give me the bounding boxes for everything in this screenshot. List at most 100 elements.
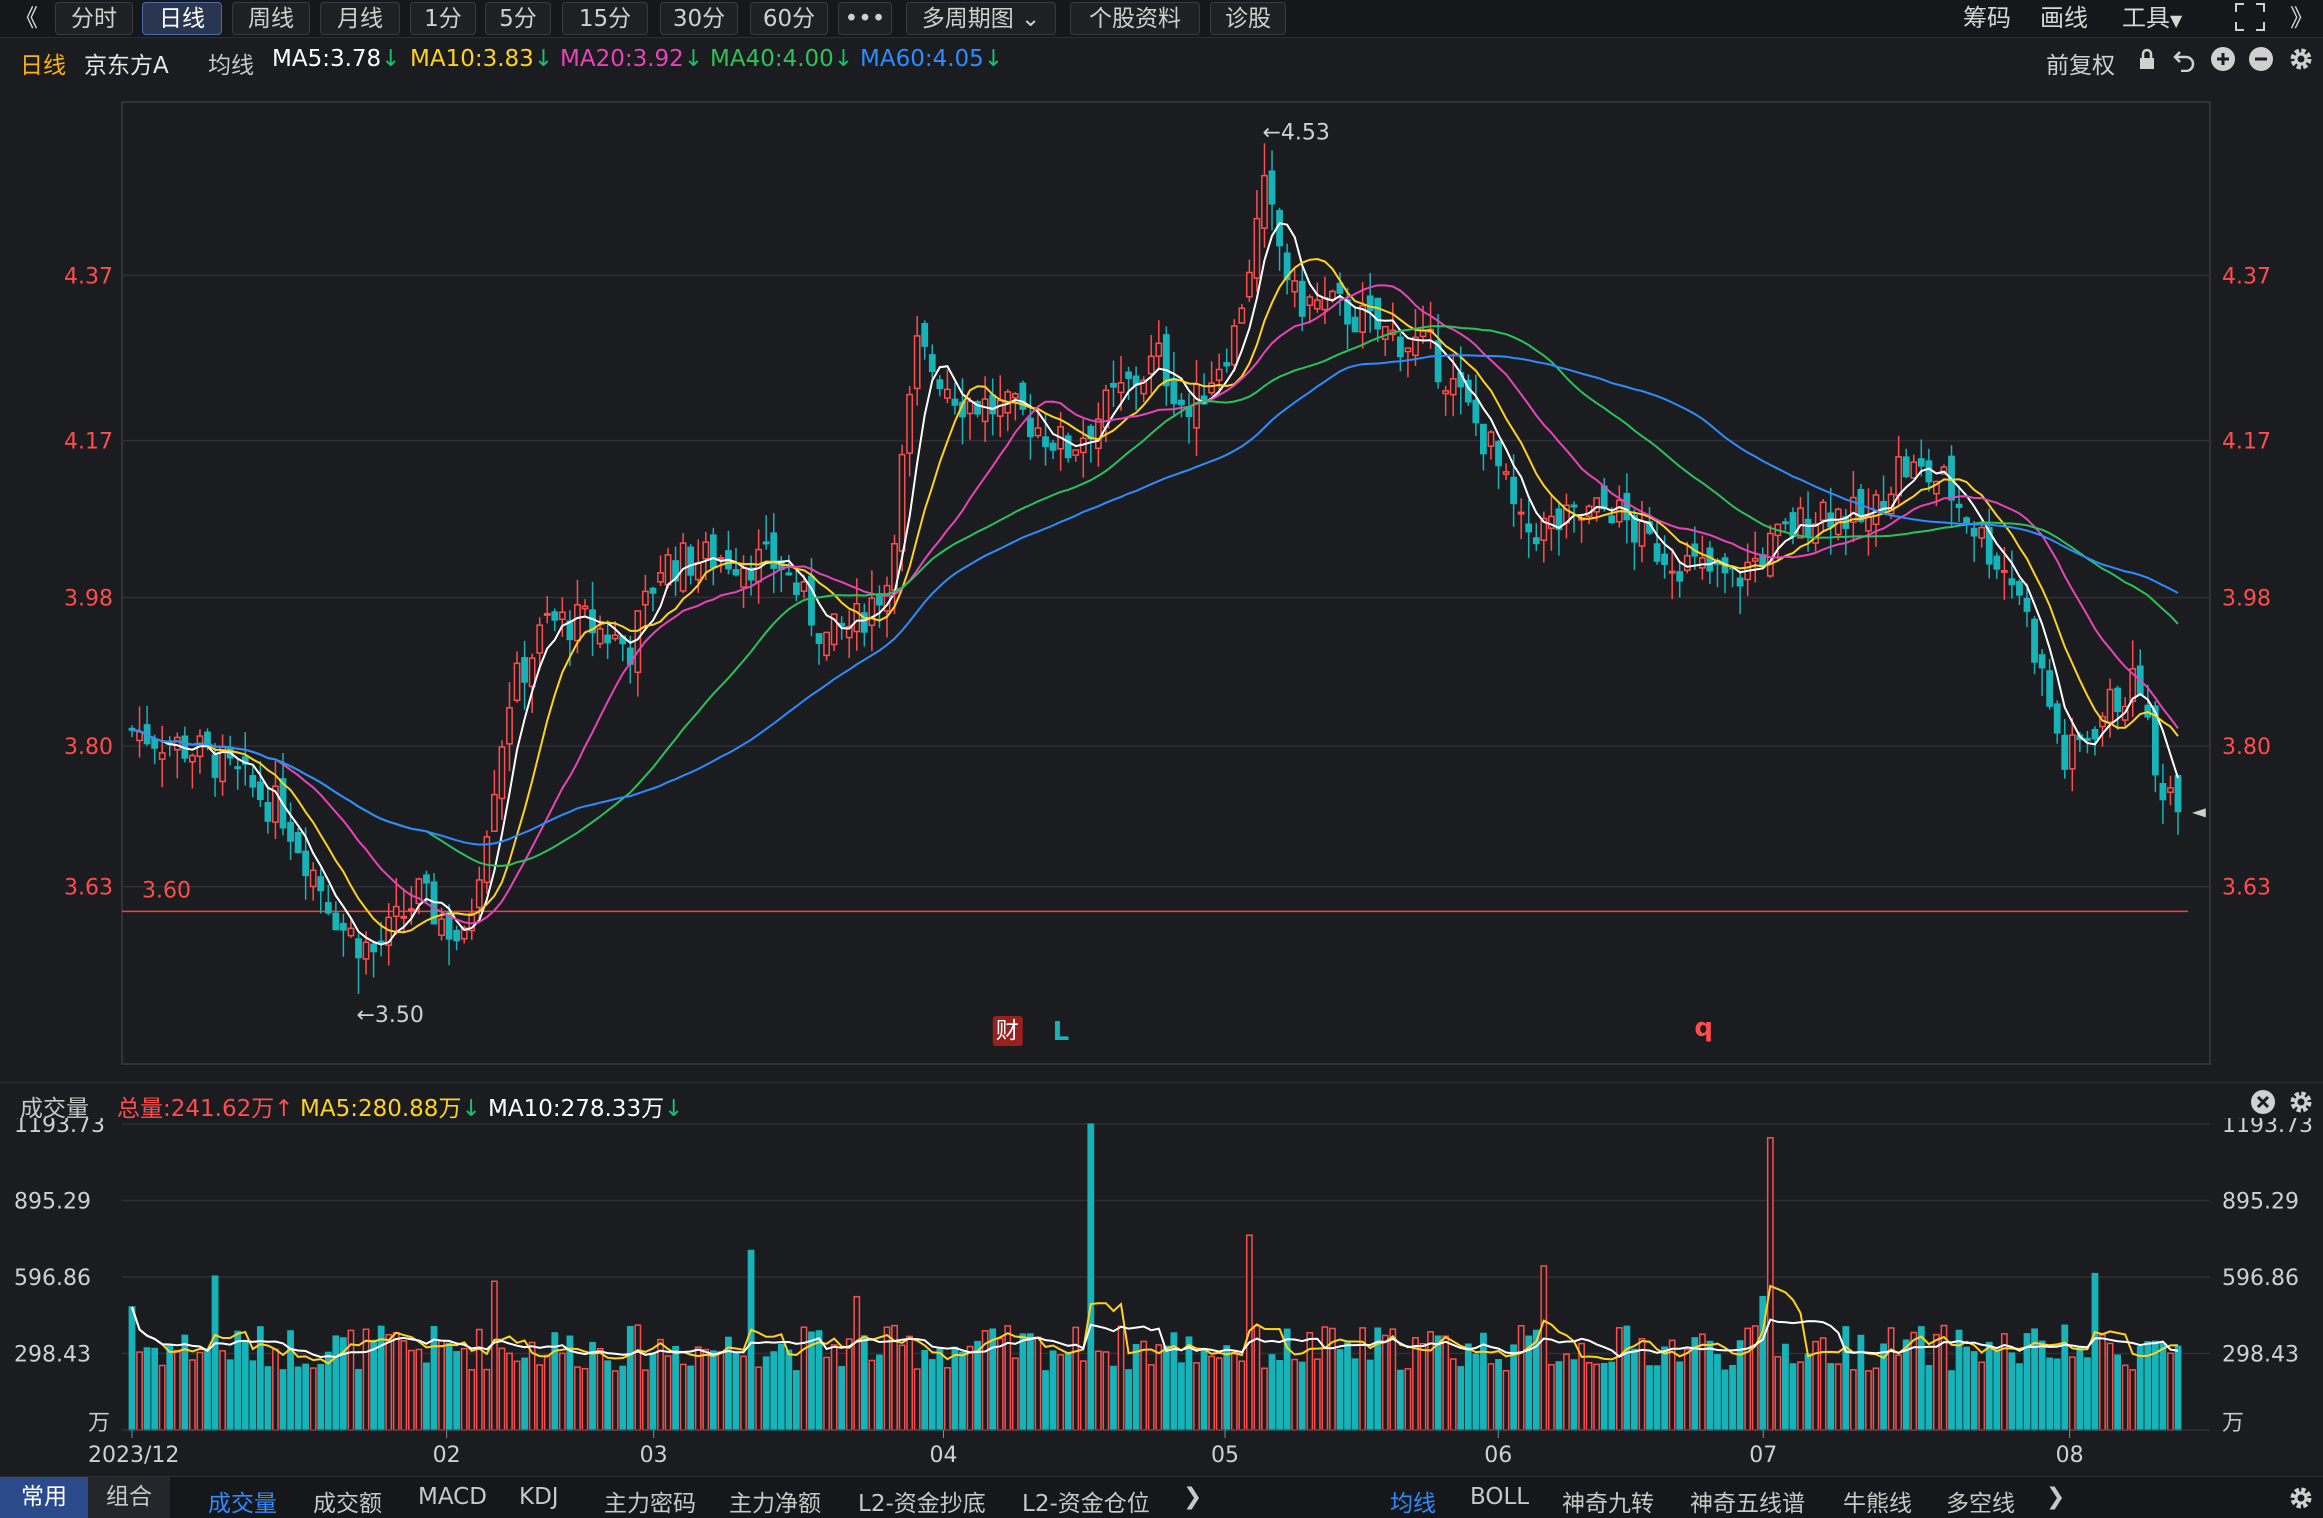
volume-bar [453,1351,461,1431]
volume-bar [1155,1344,1163,1431]
multi-period-dropdown[interactable]: 多周期图 ⌄ [906,2,1056,35]
indicator-tab[interactable]: 主力净额 [729,1484,821,1518]
volume-bar [2129,1369,2137,1431]
ma-type-label[interactable]: 均线 [208,46,254,80]
volume-bar [619,1365,627,1431]
candle-body [574,604,581,642]
overlay-scroll-right-icon[interactable]: ❯ [2046,1484,2065,1510]
period-button[interactable]: 月线 [320,2,400,35]
collapse-right-icon[interactable]: 》 [2290,2,2314,35]
volume-bar [951,1346,959,1431]
candle-body [332,912,340,931]
event-marker-q[interactable]: q [1694,1013,1713,1043]
indicator-tab[interactable]: KDJ [519,1484,559,1510]
stock-info-button[interactable]: 个股资料 [1070,2,1200,35]
volume-bar [823,1356,830,1431]
period-button[interactable]: 日线 [142,2,222,35]
stock-name[interactable]: 京东方A [84,46,169,80]
event-marker-l[interactable]: L [1053,1017,1070,1047]
volume-bar [166,1344,174,1431]
ma60-value: MA60:4.05↓ [860,46,1004,72]
draw-line-button[interactable]: 画线 [2040,2,2088,35]
settings-gear-icon[interactable] [2288,46,2314,72]
volume-bar [1487,1363,1495,1431]
candle-body [2084,737,2091,741]
candle-body [1653,543,1661,562]
tools-dropdown[interactable]: 工具▼ [2122,2,2182,35]
indicator-tab[interactable]: 成交量 [208,1484,277,1518]
volume-bar [1381,1334,1389,1431]
candle-body [2053,703,2061,734]
period-button[interactable]: 5分 [485,2,551,35]
bottom-settings-icon[interactable] [2288,1485,2314,1511]
zoom-in-icon[interactable] [2210,46,2236,72]
indicator-settings-icon[interactable] [2288,1089,2314,1115]
period-button[interactable]: 30分 [660,2,738,35]
volume-bar [1268,1354,1276,1431]
lock-icon[interactable] [2134,46,2160,72]
volume-bar [400,1340,408,1431]
price-tick-left: 4.17 [64,430,113,455]
date-label: 08 [2056,1443,2084,1468]
volume-axis-left: 1193.73 895.29 596.86 298.43 [14,1118,105,1368]
indicator-tab[interactable]: L2-资金抄底 [858,1484,986,1518]
chip-distribution-button[interactable]: 筹码 [1963,2,2011,35]
overlay-tab[interactable]: 神奇五线谱 [1690,1484,1805,1518]
volume-bar [1404,1368,1412,1431]
overlay-tab[interactable]: 牛熊线 [1843,1484,1912,1518]
period-button[interactable]: 分时 [55,2,133,35]
zoom-out-icon[interactable] [2248,46,2274,72]
volume-bar [1510,1344,1518,1431]
candle-body [1963,517,1970,524]
price-tick-left: 3.63 [64,876,113,901]
diagnose-button[interactable]: 诊股 [1210,2,1286,35]
financial-report-marker[interactable]: 财 [996,1018,1019,1044]
volume-bar [1442,1335,1450,1431]
period-button[interactable]: 周线 [232,2,310,35]
overlay-tab[interactable]: 均线 [1390,1484,1436,1518]
period-button[interactable]: 1分 [410,2,476,35]
volume-chart[interactable]: 1193.73 895.29 596.86 298.43 1193.73 895.29 5… [0,1118,2323,1476]
volume-bar [1782,1343,1789,1431]
volume-bar [2174,1345,2182,1431]
candle-body [1525,523,1533,533]
volume-bar [377,1325,385,1431]
price-tick-left: 3.98 [64,587,113,612]
volume-bar [302,1363,310,1431]
tab-combo[interactable]: 组合 [88,1477,170,1518]
candlestick-chart[interactable]: 4.37 4.17 3.98 3.80 3.63 4.37 4.17 3.98 3.80 3.6… [0,80,2323,1082]
volume-bar [1457,1366,1465,1431]
overlay-tab[interactable]: BOLL [1470,1484,1529,1510]
volume-bar [1449,1358,1457,1431]
overlay-tab[interactable]: 神奇九转 [1562,1484,1654,1518]
candle-body [1510,476,1518,505]
volume-bar [1676,1361,1684,1431]
collapse-left-icon[interactable]: 《 [14,2,38,35]
volume-tick-left: 298.43 [14,1343,91,1368]
adjust-mode-label[interactable]: 前复权 [2046,46,2115,80]
period-button[interactable]: 60分 [750,2,828,35]
volume-bar [1079,1360,1087,1431]
indicator-scroll-right-icon[interactable]: ❯ [1183,1484,1202,1510]
candle-body [2114,687,2121,713]
ma10-value: MA10:3.83↓ [410,46,554,72]
indicator-tab[interactable]: L2-资金仓位 [1022,1484,1150,1518]
indicator-tab[interactable]: MACD [418,1484,487,1510]
period-button[interactable]: ••• [838,2,892,35]
volume-bar [2091,1272,2099,1431]
volume-bar [989,1328,997,1431]
close-indicator-icon[interactable] [2250,1089,2276,1115]
overlay-tab[interactable]: 多空线 [1946,1484,2015,1518]
volume-bar [694,1346,702,1431]
volume-bar [2068,1356,2076,1431]
indicator-tab[interactable]: 成交额 [313,1484,382,1518]
volume-bar [1185,1336,1193,1431]
tab-common[interactable]: 常用 [0,1477,88,1518]
period-button[interactable]: 15分 [562,2,648,35]
volume-bar [747,1249,755,1431]
indicator-tab[interactable]: 主力密码 [604,1484,696,1518]
candle-body [490,793,498,832]
undo-icon[interactable] [2172,46,2198,72]
fullscreen-icon[interactable] [2234,2,2266,35]
volume-bar [1011,1357,1019,1431]
